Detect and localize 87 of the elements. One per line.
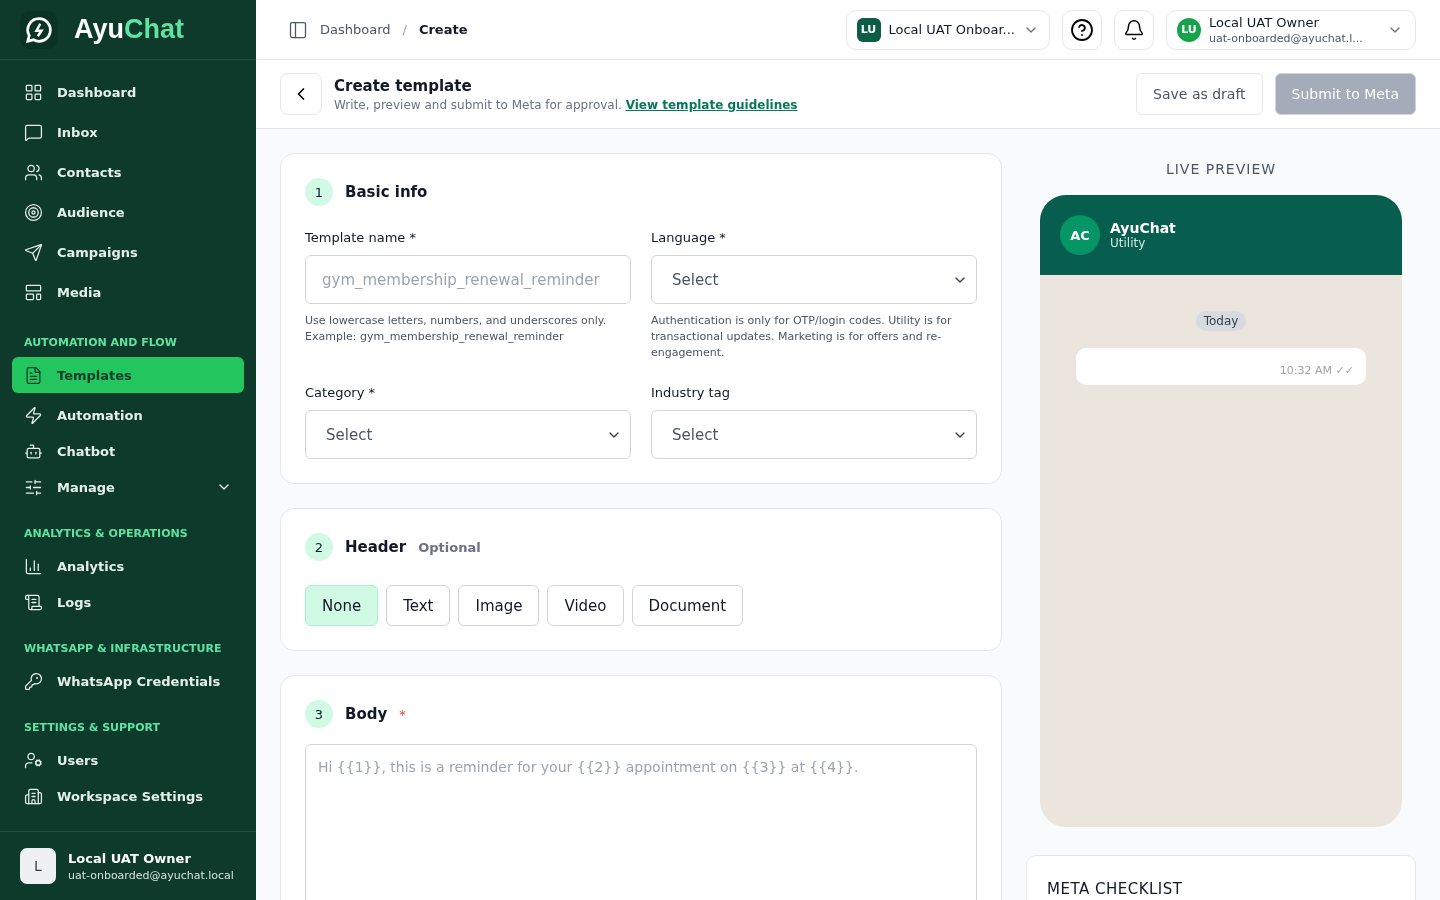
user-email: uat-onboarded@ayuchat.local: [68, 868, 234, 882]
lightning-icon: [24, 405, 43, 425]
bell-icon: [1123, 18, 1145, 41]
select-field[interactable]: Select: [305, 410, 631, 459]
nav-item[interactable]: Users: [12, 742, 244, 778]
grid-icon: [24, 82, 43, 102]
notifications-button[interactable]: [1114, 9, 1154, 50]
step-number: 2: [305, 533, 333, 561]
user-gear-icon: [24, 750, 43, 770]
message-time: 10:32 AM ✓✓: [1279, 364, 1354, 377]
brand-name: AyuChat: [74, 14, 184, 45]
card-title: Header: [345, 538, 407, 556]
sidebar-toggle-icon[interactable]: [288, 19, 308, 40]
nav-item[interactable]: Inbox: [12, 114, 244, 150]
save-draft-button[interactable]: Save as draft: [1136, 73, 1263, 115]
header-type-option[interactable]: Image: [458, 585, 540, 626]
scroll-icon: [24, 592, 43, 612]
optional-note: Optional: [418, 539, 481, 555]
breadcrumb-item: Create: [418, 22, 468, 37]
date-chip: Today: [1195, 311, 1247, 331]
nav-item[interactable]: Campaigns: [12, 234, 244, 270]
nav-item[interactable]: Dashboard: [12, 74, 244, 110]
contact-name: AyuChat: [1110, 220, 1176, 236]
user-name: Local UAT Owner: [1209, 14, 1320, 30]
user-email: uat-onboarded@ayuchat.l...: [1209, 31, 1364, 45]
user-avatar: LU: [1177, 17, 1201, 42]
field-label: Template name *: [305, 230, 417, 245]
nav-item[interactable]: WhatsApp Credentials: [12, 663, 244, 699]
preview-title: LIVE PREVIEW: [1164, 161, 1278, 177]
section-title: ANALYTICS & OPERATIONS: [23, 527, 189, 540]
help-text: Use lowercase letters, numbers, and underscores only. Example: gym_membership_renewal_reminder: [305, 313, 608, 345]
breadcrumb-item[interactable]: Dashboard: [320, 22, 391, 37]
card-title: Body: [345, 705, 388, 723]
step-number: 1: [305, 178, 333, 206]
building-icon: [24, 786, 43, 806]
nav-item[interactable]: Analytics: [12, 548, 244, 584]
bar-chart-icon: [24, 556, 43, 576]
workspace-badge: LU: [856, 17, 881, 42]
nav-item[interactable]: Manage: [12, 469, 244, 505]
key-icon: [24, 671, 43, 691]
section-title: WHATSAPP & INFRASTRUCTURE: [23, 642, 223, 655]
select-field[interactable]: Select: [651, 255, 977, 304]
contact-avatar: AC: [1060, 215, 1100, 255]
page-subtitle: Write, preview and submit to Meta for approval.: [334, 97, 622, 112]
document-icon: [24, 365, 43, 385]
contact-subtitle: Utility: [1110, 236, 1147, 250]
header-type-option[interactable]: Video: [547, 585, 624, 626]
nav-item[interactable]: Chatbot: [12, 433, 244, 469]
field-label: Industry tag: [651, 385, 731, 400]
section-title: AUTOMATION AND FLOW: [23, 336, 178, 349]
checklist-title: META CHECKLIST: [1047, 880, 1184, 898]
help-text: Authentication is only for OTP/login codes. Utility is for transactional updates. Marketing is for offers and re-engagement.: [651, 313, 953, 361]
breadcrumb-separator: /: [402, 22, 407, 37]
user-name: Local UAT Owner: [68, 850, 192, 866]
card-title: Basic info: [345, 183, 428, 201]
nav-item[interactable]: Audience: [12, 194, 244, 230]
header-type-option[interactable]: None: [305, 585, 379, 626]
workspace-switcher[interactable]: LU Local UAT Onboar...: [845, 9, 1050, 50]
guidelines-link[interactable]: View template guidelines: [625, 97, 798, 112]
nav-item[interactable]: Workspace Settings: [12, 778, 244, 814]
layout-icon: [24, 282, 43, 302]
required-mark: *: [399, 706, 406, 722]
user-menu[interactable]: LU Local UAT Owner uat-onboarded@ayuchat.l...: [1166, 9, 1416, 50]
select-field[interactable]: Select: [651, 410, 977, 459]
paper-plane-icon: [24, 242, 43, 262]
user-avatar: L: [20, 848, 56, 884]
sliders-icon: [24, 477, 43, 497]
nav-item[interactable]: Logs: [12, 584, 244, 620]
chat-bubble-icon: [24, 122, 43, 142]
header-type-option[interactable]: Document: [631, 585, 744, 626]
step-number: 3: [305, 700, 333, 728]
nav-item[interactable]: Contacts: [12, 154, 244, 190]
nav-item[interactable]: Templates: [12, 357, 244, 393]
page-title: Create template: [334, 76, 473, 95]
nav-item[interactable]: Automation: [12, 397, 244, 433]
field-label: Language *: [651, 230, 727, 245]
section-title: SETTINGS & SUPPORT: [23, 721, 161, 734]
template-name-field[interactable]: gym_membership_renewal_reminder: [305, 255, 631, 304]
help-icon: [1070, 17, 1094, 42]
field-label: Category *: [305, 385, 376, 400]
header-type-option[interactable]: Text: [386, 585, 451, 626]
nav-item[interactable]: Media: [12, 274, 244, 310]
body-text-field[interactable]: Hi {{1}}, this is a reminder for your {{2}} appointment on {{3}} at {{4}}.: [305, 744, 977, 900]
target-icon: [24, 202, 43, 222]
users-icon: [24, 162, 43, 182]
help-button[interactable]: [1062, 9, 1102, 50]
logo-icon: [20, 10, 58, 49]
